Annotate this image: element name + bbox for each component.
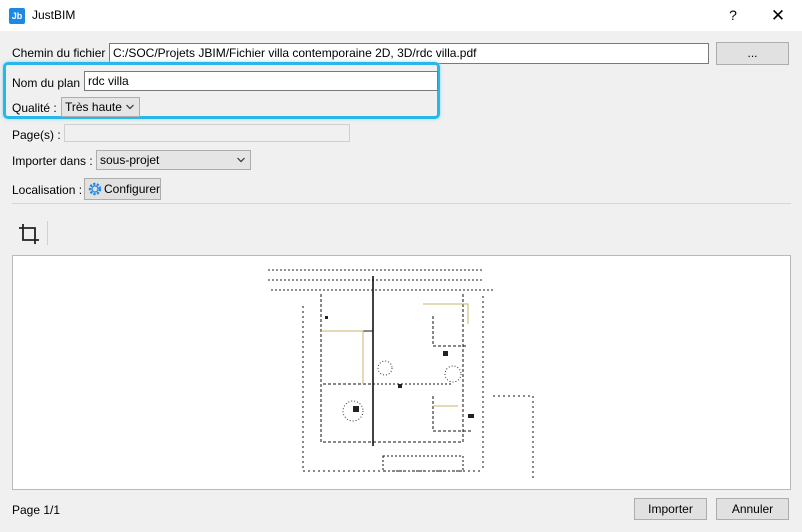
window-title: JustBIM bbox=[32, 8, 76, 22]
crop-icon bbox=[19, 224, 39, 244]
app-logo-icon: Jb bbox=[9, 8, 25, 24]
plan-name-input[interactable]: rdc villa bbox=[84, 71, 438, 91]
divider bbox=[12, 203, 791, 204]
floor-plan-image bbox=[268, 269, 534, 481]
quality-select[interactable]: Très haute bbox=[61, 97, 140, 117]
help-button[interactable]: ? bbox=[716, 0, 750, 31]
import-button[interactable]: Importer bbox=[634, 498, 707, 520]
import-into-value: sous-projet bbox=[100, 153, 160, 167]
import-into-label: Importer dans : bbox=[12, 154, 93, 168]
pages-input[interactable] bbox=[64, 124, 350, 142]
chevron-down-icon bbox=[126, 104, 134, 110]
toolbar-separator bbox=[47, 221, 48, 245]
quality-label: Qualité : bbox=[12, 101, 57, 115]
page-indicator: Page 1/1 bbox=[12, 503, 61, 517]
cancel-button[interactable]: Annuler bbox=[716, 498, 789, 520]
file-path-field[interactable]: C:/SOC/Projets JBIM/Fichier villa contem… bbox=[109, 43, 709, 64]
crop-button[interactable] bbox=[17, 222, 41, 246]
chevron-down-icon bbox=[237, 157, 245, 163]
plan-preview bbox=[12, 255, 791, 490]
configure-button[interactable]: Configurer bbox=[84, 178, 161, 200]
file-path-label: Chemin du fichier : bbox=[12, 46, 113, 60]
close-button[interactable]: ✕ bbox=[758, 0, 798, 31]
gear-icon bbox=[88, 182, 102, 196]
browse-button[interactable]: ... bbox=[716, 42, 789, 65]
quality-value: Très haute bbox=[65, 100, 122, 114]
import-into-select[interactable]: sous-projet bbox=[96, 150, 251, 170]
plan-name-label: Nom du plan : bbox=[12, 76, 87, 90]
pages-label: Page(s) : bbox=[12, 128, 61, 142]
title-bar bbox=[0, 0, 802, 31]
location-label: Localisation : bbox=[12, 183, 83, 197]
configure-label: Configurer bbox=[104, 182, 161, 196]
